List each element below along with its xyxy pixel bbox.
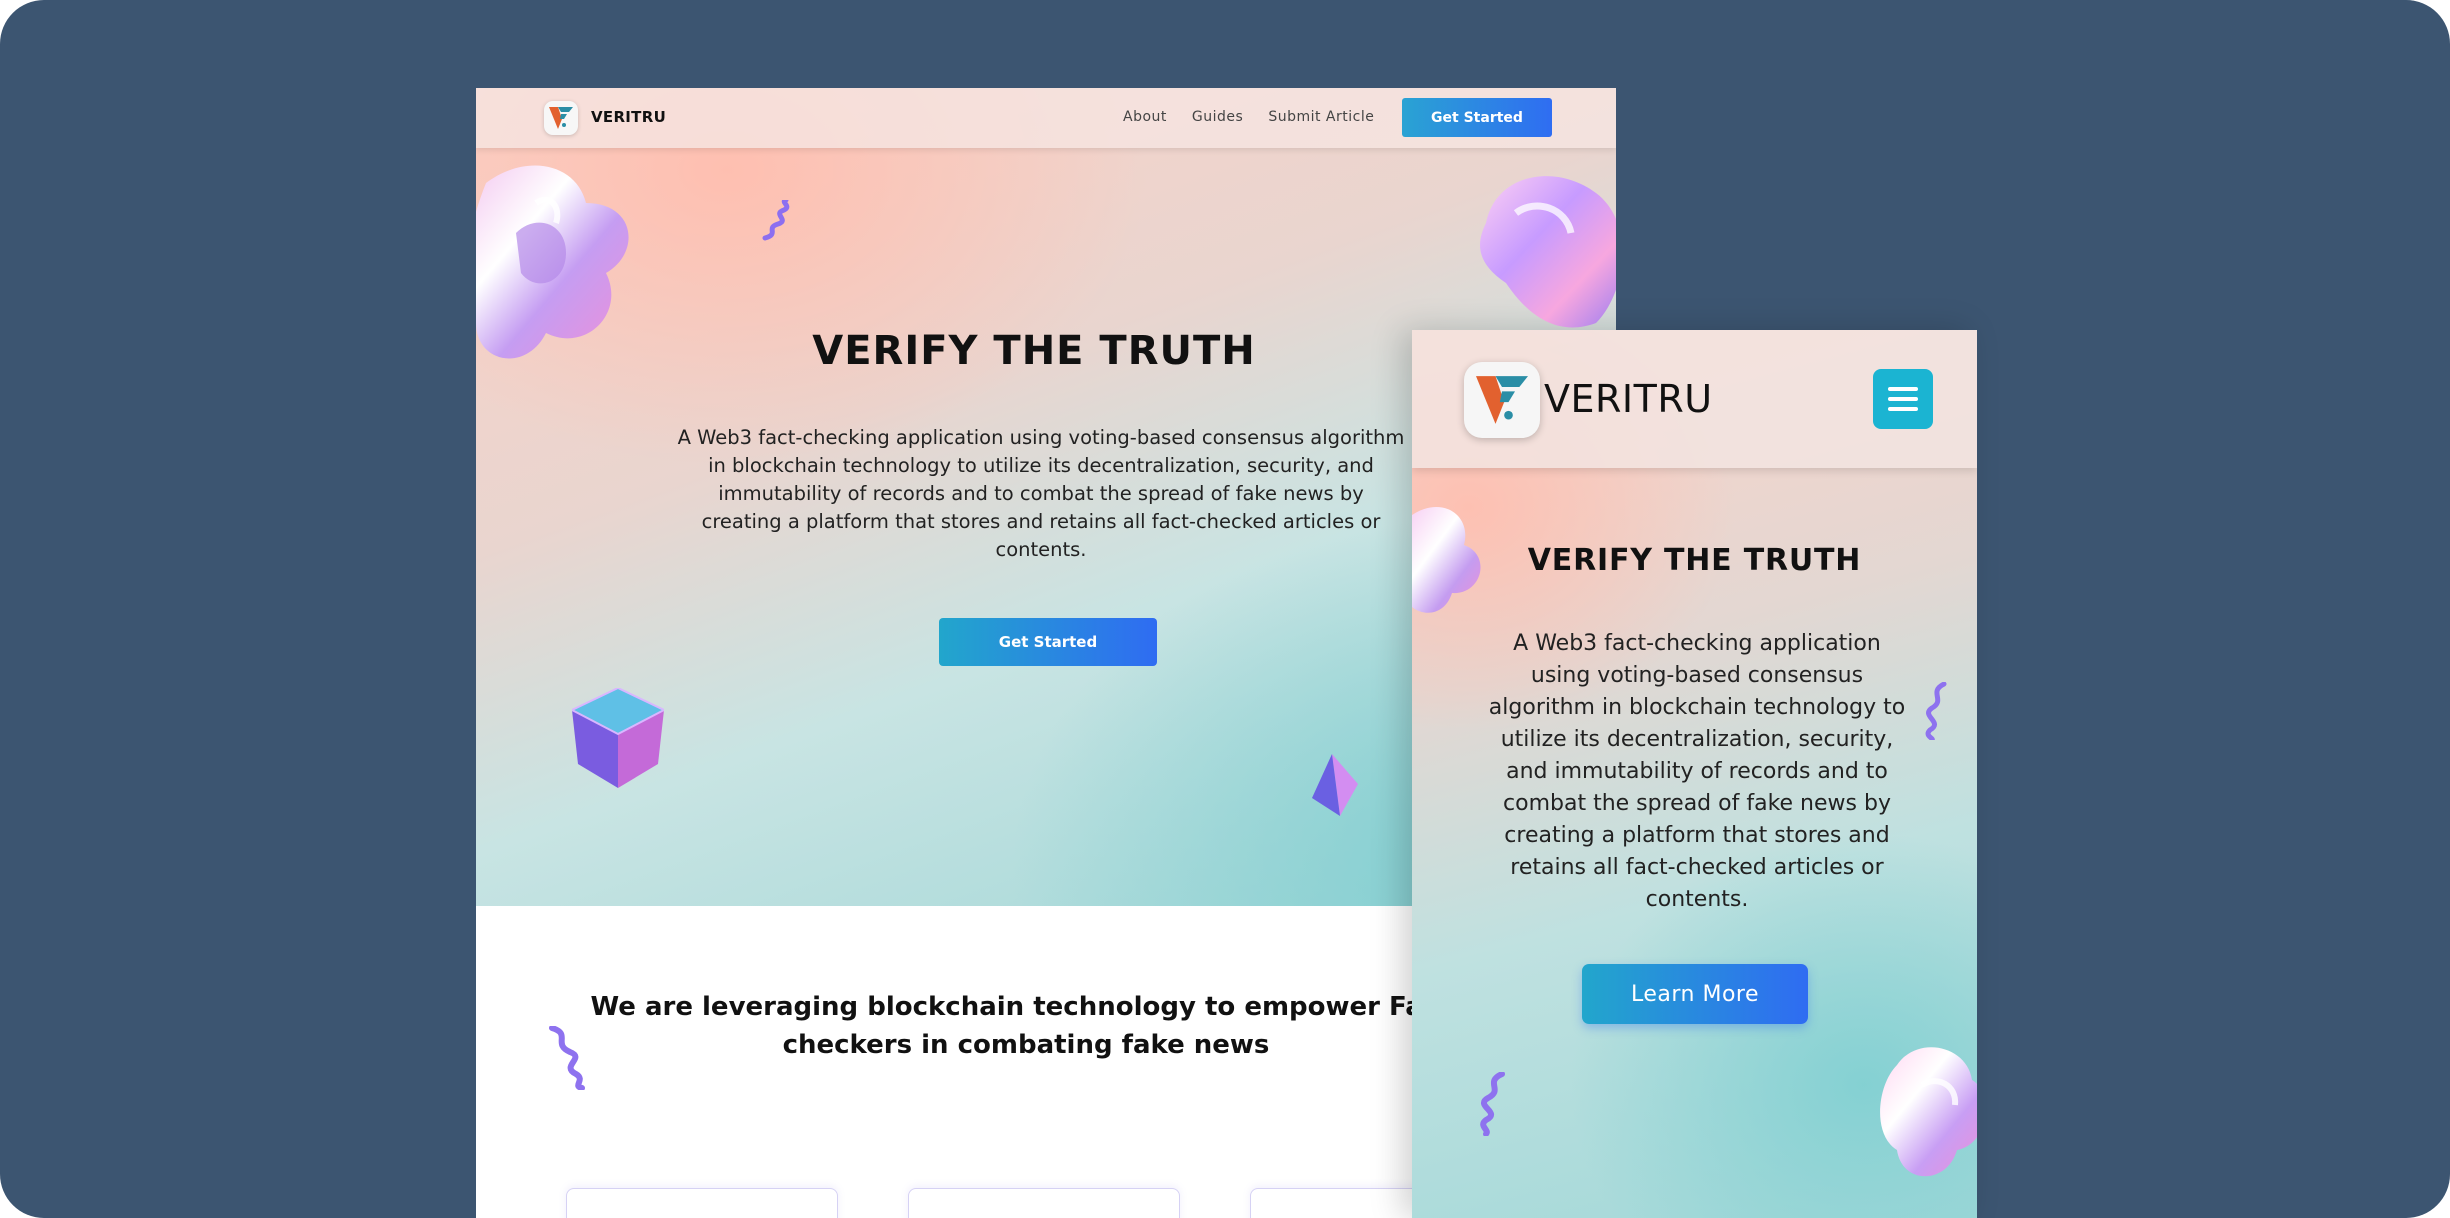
mobile-navbar: VERITRU bbox=[1412, 330, 1977, 468]
spiral-decoration bbox=[1925, 682, 1947, 740]
hero-get-started-button[interactable]: Get Started bbox=[939, 618, 1157, 666]
feature-card[interactable] bbox=[908, 1188, 1180, 1218]
cube-decoration bbox=[572, 688, 664, 788]
section-title: We are leveraging blockchain technology … bbox=[590, 992, 1462, 1060]
desktop-navbar: VERITRU About Guides Submit Article Get … bbox=[476, 88, 1616, 148]
hero-description: A Web3 fact-checking application using v… bbox=[1488, 631, 1906, 912]
feature-card[interactable] bbox=[566, 1188, 838, 1218]
pyramid-decoration bbox=[1312, 754, 1358, 816]
learn-more-button[interactable]: Learn More bbox=[1582, 964, 1808, 1024]
nav-links: About Guides Submit Article bbox=[1123, 109, 1374, 125]
showcase-frame: VERITRU About Guides Submit Article Get … bbox=[0, 0, 2450, 1218]
veritru-logo-icon[interactable] bbox=[1464, 362, 1540, 438]
spiral-decoration bbox=[549, 1026, 585, 1090]
hamburger-menu-icon[interactable] bbox=[1873, 369, 1933, 429]
nav-link-submit-article[interactable]: Submit Article bbox=[1268, 109, 1374, 125]
nav-link-guides[interactable]: Guides bbox=[1192, 109, 1243, 125]
iridescent-flower-decoration bbox=[476, 165, 629, 359]
nav-link-about[interactable]: About bbox=[1123, 109, 1167, 125]
spiral-decoration bbox=[1480, 1072, 1505, 1136]
nav-get-started-button[interactable]: Get Started bbox=[1402, 98, 1552, 137]
iridescent-flower-decoration bbox=[1480, 176, 1616, 328]
mobile-mockup: VERITRU VERIFY THE TRUTH A Web3 fact-che… bbox=[1412, 330, 1977, 1218]
hero-title: VERIFY THE TRUTH bbox=[1527, 543, 1862, 578]
spiral-decoration bbox=[762, 200, 790, 241]
hero-description: A Web3 fact-checking application using v… bbox=[677, 426, 1405, 561]
brand-name[interactable]: VERITRU bbox=[1544, 377, 1713, 421]
brand-name[interactable]: VERITRU bbox=[591, 108, 666, 126]
iridescent-flower-decoration bbox=[1412, 506, 1481, 613]
iridescent-flower-decoration bbox=[1880, 1047, 1977, 1177]
veritru-logo-icon[interactable] bbox=[544, 101, 578, 135]
